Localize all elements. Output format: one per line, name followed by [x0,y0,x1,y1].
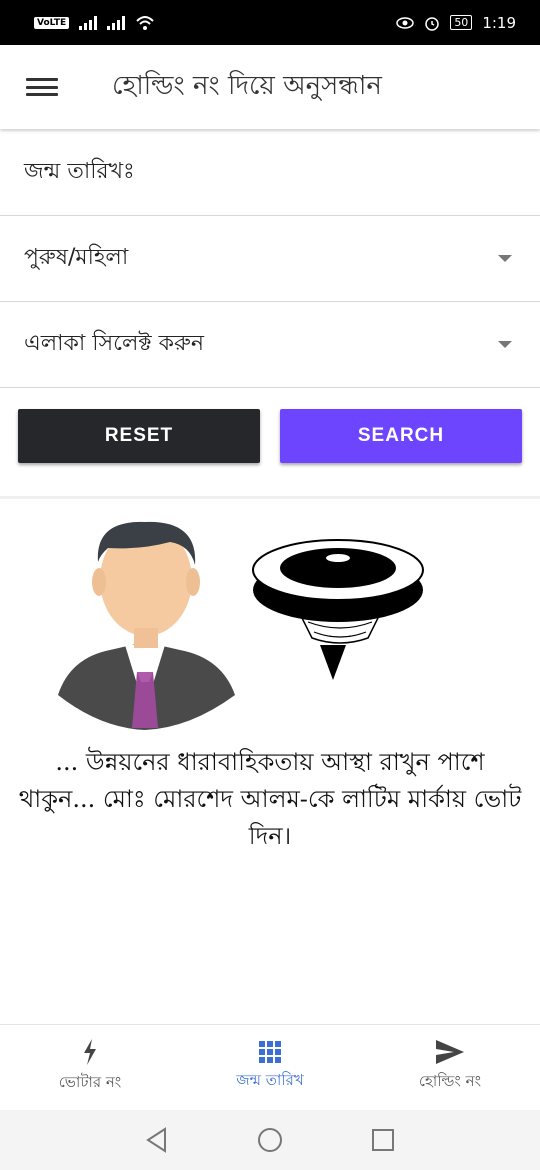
nav-date-of-birth[interactable]: জন্ম তারিখ [180,1025,360,1110]
system-nav-bar [0,1110,540,1170]
back-icon[interactable] [145,1127,169,1153]
battery-indicator: 50 [450,15,473,30]
nav-label: জন্ম তারিখ [236,1071,304,1089]
top-symbol [252,539,424,680]
candidate-illustration [58,521,424,730]
bottom-nav: ভোটার নং জন্ম তারিখ হোল্ডিং নং [0,1024,540,1110]
campaign-message: ... উন্নয়নের ধারাবাহিকতায় আস্থা রাখুন … [18,748,522,850]
divider [0,496,540,499]
nav-holding-no[interactable]: হোল্ডিং নং [360,1025,540,1110]
nav-label: ভোটার নং [58,1073,122,1091]
chevron-down-icon [498,255,512,262]
recents-icon[interactable] [371,1128,395,1152]
signal-icon-2 [107,15,126,30]
gender-select-value: পুরুষ/মহিলা [24,245,129,270]
send-icon [436,1040,464,1064]
app-bar: হোল্ডিং নং দিয়ে অনুসন্ধান [0,45,540,129]
grid-icon [259,1041,281,1063]
signal-icon [79,15,98,30]
menu-icon[interactable] [26,76,58,98]
wifi-icon [136,15,154,30]
home-icon[interactable] [257,1127,283,1153]
nav-label: হোল্ডিং নং [418,1072,482,1090]
area-select-value: এলাকা সিলেক্ট করুন [24,331,205,356]
flash-icon [84,1039,96,1065]
reset-button[interactable]: RESET [18,409,260,463]
status-right: 50 1:19 [396,14,516,32]
avatar [58,521,235,730]
volte-badge: VoLTE [34,16,70,29]
search-button[interactable]: SEARCH [280,409,522,463]
status-bar: VoLTE 50 1:19 [0,0,540,45]
area-select[interactable]: এলাকা সিলেক্ট করুন [0,302,540,388]
alarm-icon [425,16,440,31]
dob-label: জন্ম তারিখঃ [24,159,135,184]
page-title: হোল্ডিং নং দিয়ে অনুসন্ধান [112,71,382,101]
clock: 1:19 [482,13,516,32]
gender-select[interactable]: পুরুষ/মহিলা [0,216,540,302]
nav-voter-no[interactable]: ভোটার নং [0,1025,180,1110]
chevron-down-icon [498,341,512,348]
eye-icon [396,16,415,29]
dob-field[interactable]: জন্ম তারিখঃ [0,130,540,216]
status-left: VoLTE [34,15,155,31]
